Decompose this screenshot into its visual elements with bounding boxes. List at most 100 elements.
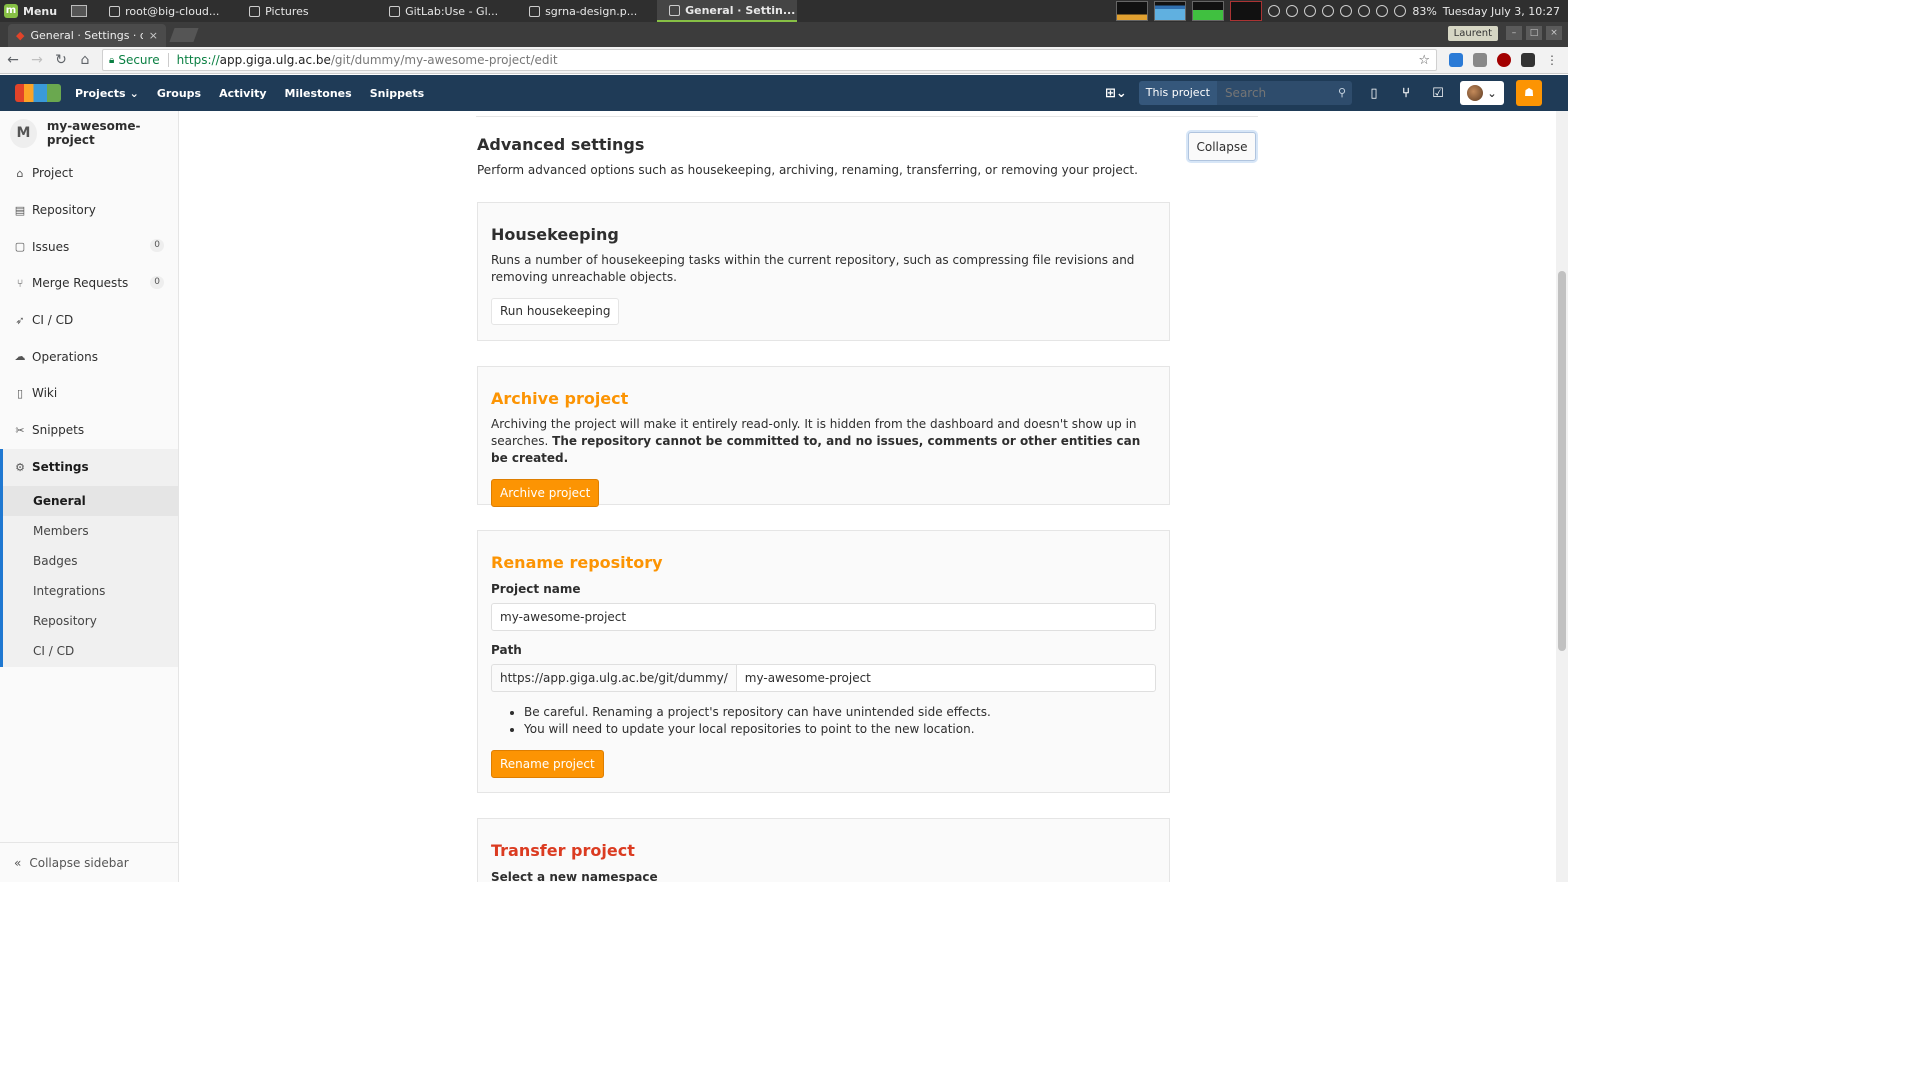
wifi-icon[interactable]	[1376, 5, 1389, 17]
path-input[interactable]	[735, 664, 1156, 692]
logo-image	[15, 84, 61, 102]
merge-requests-icon[interactable]: ⑂	[1396, 86, 1416, 101]
browser-tab-active[interactable]: ◆ General · Settings · dum ×	[8, 24, 166, 47]
shield-icon[interactable]	[1268, 5, 1281, 17]
sidebar-item-label: CI / CD	[32, 313, 74, 328]
maximize-icon[interactable]: □	[1526, 26, 1542, 40]
forward-icon[interactable]: →	[26, 52, 48, 68]
gitlab-logo[interactable]	[10, 75, 66, 111]
path-label: Path	[491, 643, 522, 657]
nav-milestones[interactable]: Milestones	[276, 75, 361, 111]
tab-close-icon[interactable]: ×	[149, 29, 158, 42]
sidebar-item-label: Settings	[32, 460, 89, 474]
sidebar-item-ci-cd[interactable]: ➶ CI / CD	[0, 302, 178, 339]
page-scrollbar[interactable]	[1556, 111, 1568, 882]
minimize-icon[interactable]: –	[1506, 26, 1522, 40]
chip-icon[interactable]	[1322, 5, 1335, 17]
profile-badge[interactable]: Laurent	[1447, 26, 1498, 41]
ublock-icon[interactable]	[1497, 53, 1511, 67]
close-window-icon[interactable]: ×	[1546, 26, 1562, 40]
sidebar-item-operations[interactable]: ☁ Operations	[0, 338, 178, 375]
project-name-input[interactable]	[491, 603, 1156, 631]
rename-warnings-list: Be careful. Renaming a project's reposit…	[524, 704, 1156, 738]
transfer-panel: Transfer project Select a new namespace	[477, 818, 1170, 882]
project-name-label: Project name	[491, 582, 581, 596]
search-scope-badge[interactable]: This project	[1138, 81, 1217, 105]
reload-icon[interactable]: ↻	[50, 52, 72, 68]
sidebar-subitem-members[interactable]: Members	[3, 516, 178, 546]
clock[interactable]: Tuesday July 3, 10:27	[1443, 5, 1560, 18]
show-desktop-icon[interactable]	[71, 5, 88, 17]
home-icon[interactable]: ⌂	[74, 52, 96, 68]
cpu-graph	[1116, 1, 1149, 21]
collapse-sidebar-label: Collapse sidebar	[29, 855, 129, 870]
sidebar-item-merge-requests[interactable]: ⑂ Merge Requests 0	[0, 265, 178, 302]
browser-menu-icon[interactable]: ⋮	[1545, 53, 1559, 67]
sidebar-subitem-repository[interactable]: Repository	[3, 606, 178, 636]
sync-icon[interactable]	[1304, 5, 1317, 17]
archive-project-button[interactable]: Archive project	[491, 479, 600, 507]
namespace-label: Select a new namespace	[491, 870, 658, 882]
taskbar-item-terminal[interactable]: root@big-cloud...	[97, 0, 237, 22]
bookmark-star-icon[interactable]: ☆	[1418, 53, 1430, 68]
user-icon[interactable]	[1358, 5, 1371, 17]
sidebar-item-settings[interactable]: ⚙ Settings	[0, 448, 178, 486]
sidebar-item-snippets[interactable]: ✂ Snippets	[0, 412, 178, 449]
taskbar-item-sgrna[interactable]: sgrna-design.p...	[517, 0, 657, 22]
new-item-plus-icon[interactable]: ⊞⌄	[1105, 86, 1127, 101]
sidebar-subitem-ci-cd[interactable]: CI / CD	[3, 636, 178, 666]
sidebar-project-header[interactable]: M my-awesome-project	[0, 111, 178, 155]
nav-snippets[interactable]: Snippets	[361, 75, 434, 111]
taskbar-item-label: General · Settin...	[685, 3, 796, 17]
todo-check-icon[interactable]: ☑	[1428, 86, 1448, 101]
taskbar-item-general-settings[interactable]: General · Settin...	[657, 0, 798, 22]
sidebar-item-issues[interactable]: ▢ Issues 0	[0, 228, 178, 265]
nav-activity[interactable]: Activity	[210, 75, 275, 111]
run-housekeeping-button[interactable]: Run housekeeping	[491, 298, 620, 325]
os-menu-button[interactable]: m Menu	[0, 0, 65, 22]
archive-panel: Archive project Archiving the project wi…	[477, 366, 1170, 507]
taskbar-item-pictures[interactable]: Pictures	[237, 0, 377, 22]
battery-icon[interactable]	[1394, 5, 1407, 17]
avatar	[1467, 85, 1484, 101]
nav-groups[interactable]: Groups	[148, 75, 210, 111]
project-avatar: M	[10, 118, 37, 148]
download-extension-icon[interactable]	[1473, 53, 1487, 67]
sidebar-item-label: Wiki	[32, 386, 58, 401]
book-icon: ▯	[16, 386, 24, 400]
taskbar-item-gitlab-docs[interactable]: GitLab:Use - Gl...	[377, 0, 517, 22]
sidebar-subitem-general[interactable]: General	[3, 485, 178, 516]
back-icon[interactable]: ←	[2, 52, 24, 68]
rename-project-button[interactable]: Rename project	[491, 750, 604, 778]
memory-graph	[1154, 1, 1187, 21]
bluetooth-icon[interactable]	[1286, 5, 1299, 17]
s-extension-icon[interactable]	[1521, 53, 1535, 67]
collapse-sidebar-button[interactable]: « Collapse sidebar	[0, 842, 178, 882]
help-icon[interactable]: ☗	[1516, 80, 1542, 106]
gear-icon: ⚙	[15, 460, 25, 474]
chrome-icon	[389, 5, 401, 17]
scrollbar-thumb[interactable]	[1558, 271, 1566, 651]
search-input[interactable]	[1216, 81, 1332, 105]
sidebar-item-wiki[interactable]: ▯ Wiki	[0, 375, 178, 412]
sidebar-item-project[interactable]: ⌂ Project	[0, 155, 178, 192]
sidebar-panel-icon[interactable]: ▯	[1364, 86, 1384, 101]
nav-projects[interactable]: Projects ⌄	[66, 75, 148, 111]
search-icon[interactable]: ⚲	[1331, 81, 1352, 105]
rename-panel: Rename repository Project name Path http…	[477, 530, 1170, 793]
sidebar-item-label: Repository	[32, 203, 96, 218]
sidebar-subitem-badges[interactable]: Badges	[3, 546, 178, 576]
issues-count-badge: 0	[150, 239, 164, 253]
sidebar-subitem-integrations[interactable]: Integrations	[3, 576, 178, 606]
archive-text-warning: The repository cannot be committed to, a…	[491, 434, 1141, 465]
address-bar[interactable]: 🔒︎ Secure https://app.giga.ulg.ac.be/git…	[102, 49, 1437, 71]
search-box: This project ⚲	[1138, 81, 1352, 105]
double-chevron-left-icon: «	[14, 855, 22, 870]
collapse-section-button[interactable]: Collapse	[1188, 132, 1256, 161]
mail-extension-icon[interactable]	[1449, 53, 1463, 67]
new-tab-button[interactable]	[169, 28, 199, 42]
clipboard-icon[interactable]	[1340, 5, 1353, 17]
sidebar-item-repository[interactable]: ▤ Repository	[0, 192, 178, 229]
sidebar-project-name: my-awesome-project	[46, 119, 141, 147]
user-menu-dropdown[interactable]: ⌄	[1460, 81, 1504, 105]
